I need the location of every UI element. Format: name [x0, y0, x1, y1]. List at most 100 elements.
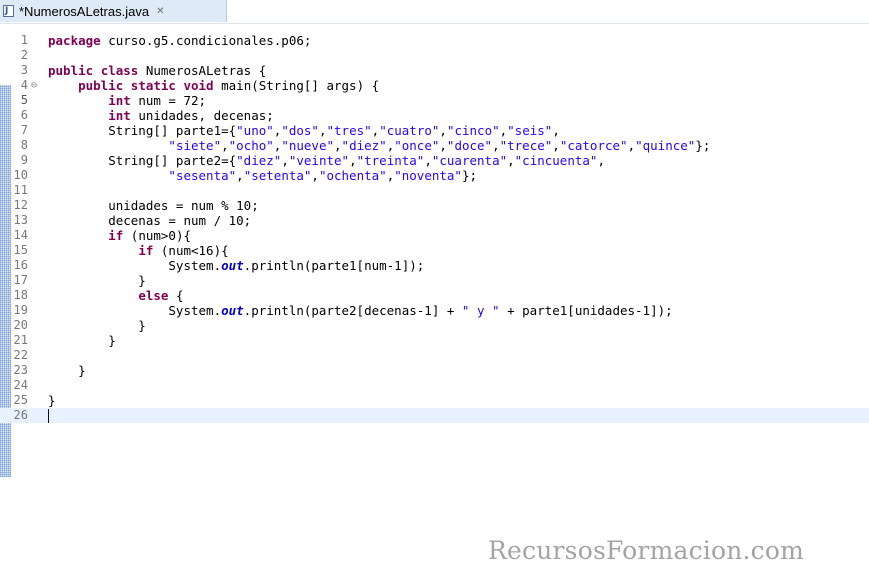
- code-line[interactable]: 24: [0, 378, 869, 393]
- code-token: ,: [439, 123, 447, 138]
- code-line[interactable]: 8 "siete","ocho","nueve","diez","once","…: [0, 138, 869, 153]
- code-text: }: [48, 318, 146, 333]
- string-token: "cuarenta": [431, 153, 508, 168]
- code-token: .println(parte1[num-1]);: [243, 258, 425, 273]
- string-token: "cuatro": [379, 123, 440, 138]
- code-line[interactable]: 9 String[] parte2={"diez","veinte","trei…: [0, 153, 869, 168]
- line-number: 19: [13, 303, 28, 317]
- code-line[interactable]: 20 }: [0, 318, 869, 333]
- line-number: 25: [13, 393, 28, 407]
- code-line[interactable]: 25}: [0, 393, 869, 408]
- string-token: "cincuenta": [514, 153, 598, 168]
- code-line[interactable]: 14 if (num>0){: [0, 228, 869, 243]
- code-line[interactable]: 7 String[] parte1={"uno","dos","tres","c…: [0, 123, 869, 138]
- code-line[interactable]: 17 }: [0, 273, 869, 288]
- code-token: ,: [627, 138, 636, 153]
- code-token: };: [461, 168, 478, 183]
- code-line[interactable]: 2: [0, 48, 869, 63]
- code-line[interactable]: 4 ⊖ public static void main(String[] args…: [0, 78, 869, 93]
- java-file-icon: J: [3, 5, 14, 17]
- string-token: "tres": [326, 123, 372, 138]
- code-token: .println(parte2[decenas-1] +: [243, 303, 462, 318]
- code-line[interactable]: 21 }: [0, 333, 869, 348]
- editor-tab-numerosaletras[interactable]: J *NumerosALetras.java ✕: [0, 0, 227, 22]
- line-number: 7: [20, 123, 28, 137]
- code-token: System.: [48, 303, 222, 318]
- code-token: num = 72;: [130, 93, 207, 108]
- line-number: 12: [13, 198, 28, 212]
- keyword-token: package: [48, 33, 101, 48]
- code-token: + parte1[unidades-1]);: [499, 303, 673, 318]
- line-number: 20: [13, 318, 28, 332]
- code-line[interactable]: 15 if (num<16){: [0, 243, 869, 258]
- string-token: "treinta": [356, 153, 425, 168]
- code-editor[interactable]: 1 package curso.g5.condicionales.p06; 2 3 pu…: [0, 23, 869, 568]
- code-token: curso.g5.condicionales.p06;: [100, 33, 312, 48]
- code-line[interactable]: 10 "sesenta","setenta","ochenta","novent…: [0, 168, 869, 183]
- code-text: }: [48, 393, 56, 408]
- code-token: ,: [334, 138, 342, 153]
- line-number: 22: [13, 348, 28, 362]
- code-line[interactable]: 13 decenas = num / 10;: [0, 213, 869, 228]
- code-token: {: [168, 288, 184, 303]
- string-token: "dos": [281, 123, 319, 138]
- code-line[interactable]: 3 public class NumerosALetras {: [0, 63, 869, 78]
- string-token: "nueve": [281, 138, 335, 153]
- line-number: 1: [20, 33, 28, 47]
- line-number: 14: [13, 228, 28, 242]
- line-number: 4: [20, 78, 28, 92]
- fold-collapse-icon[interactable]: ⊖: [31, 78, 37, 93]
- code-line[interactable]: 23 }: [0, 363, 869, 378]
- line-number: 26: [13, 408, 28, 422]
- code-token: ,: [597, 153, 605, 168]
- string-token: "ochenta": [318, 168, 387, 183]
- code-token: String[] parte1={: [48, 123, 237, 138]
- code-line[interactable]: 18 else {: [0, 288, 869, 303]
- string-token: "cinco": [446, 123, 500, 138]
- string-token: "diez": [236, 153, 282, 168]
- code-token: ,: [281, 153, 289, 168]
- code-line[interactable]: 6 int unidades, decenas;: [0, 108, 869, 123]
- code-lines: 1 package curso.g5.condicionales.p06; 2 3 pu…: [0, 33, 869, 423]
- code-text: if (num<16){: [48, 243, 228, 258]
- string-token: "quince": [635, 138, 696, 153]
- code-token: decenas = num / 10;: [48, 213, 252, 228]
- code-token: ,: [439, 138, 447, 153]
- code-line[interactable]: 22: [0, 348, 869, 363]
- keyword-token: int: [108, 108, 131, 123]
- string-token: "veinte": [288, 153, 350, 168]
- keyword-token: public: [48, 63, 94, 78]
- code-text: }: [48, 333, 116, 348]
- code-line[interactable]: 12 unidades = num % 10;: [0, 198, 869, 213]
- code-text: "siete","ocho","nueve","diez","once","do…: [48, 138, 710, 153]
- code-token: ,: [424, 153, 432, 168]
- code-text: "sesenta","setenta","ochenta","noventa"}…: [48, 168, 477, 183]
- line-number: 18: [13, 288, 28, 302]
- line-number: 17: [13, 273, 28, 287]
- code-line[interactable]: 16 System.out.println(parte1[num-1]);: [0, 258, 869, 273]
- line-number: 9: [20, 153, 28, 167]
- code-line[interactable]: 1 package curso.g5.condicionales.p06;: [0, 33, 869, 48]
- code-line[interactable]: 5 int num = 72;: [0, 93, 869, 108]
- code-line[interactable]: 19 System.out.println(parte2[decenas-1] …: [0, 303, 869, 318]
- code-text: package curso.g5.condicionales.p06;: [48, 33, 311, 48]
- line-number: 23: [13, 363, 28, 377]
- string-token: "ocho": [228, 138, 274, 153]
- editor-tab-bar: J *NumerosALetras.java ✕: [0, 0, 869, 24]
- keyword-token: if: [108, 228, 124, 243]
- code-line[interactable]: 26: [0, 408, 869, 423]
- string-token: "sesenta": [168, 168, 237, 183]
- code-token: ,: [507, 153, 515, 168]
- code-token: }: [48, 393, 56, 408]
- code-token: }: [48, 363, 86, 378]
- code-token: (num>0){: [123, 228, 192, 243]
- code-token: ,: [552, 138, 560, 153]
- code-line[interactable]: 11: [0, 183, 869, 198]
- close-tab-icon[interactable]: ✕: [156, 6, 164, 17]
- tab-title: *NumerosALetras.java: [19, 3, 150, 19]
- string-token: "setenta": [243, 168, 312, 183]
